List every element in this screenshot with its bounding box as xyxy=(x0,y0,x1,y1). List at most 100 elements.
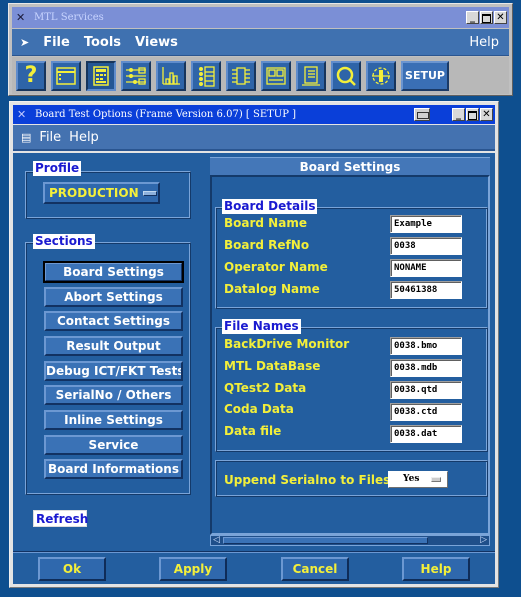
toolbar-setup-button[interactable]: SETUP xyxy=(401,60,449,91)
qtest2-data-input[interactable]: 0038.qtd xyxy=(390,381,462,399)
toolbar-calculator-button[interactable] xyxy=(86,60,116,91)
x-app-icon: ✕ xyxy=(16,10,26,24)
menu-file[interactable]: File xyxy=(39,130,61,145)
close-button[interactable]: ✕ xyxy=(494,11,507,24)
mtl-database-label: MTL DataBase xyxy=(224,359,321,373)
printer-icon[interactable] xyxy=(414,108,430,121)
datalog-name-label: Datalog Name xyxy=(224,282,320,296)
button-divider xyxy=(13,551,495,553)
window-title: MTL Services xyxy=(34,12,104,23)
menu-tools[interactable]: Tools xyxy=(84,35,121,50)
dialog-titlebar[interactable]: ✕ Board Test Options (Frame Version 6.07… xyxy=(13,105,495,124)
board-test-options-dialog: ✕ Board Test Options (Frame Version 6.07… xyxy=(9,101,499,588)
profile-group: PRODUCTION xyxy=(25,171,191,219)
coda-data-label: Coda Data xyxy=(224,402,294,416)
ic-chip-icon xyxy=(232,66,250,85)
uppend-serialno-label: Uppend Serialno to Files xyxy=(224,473,391,487)
option-menu-indicator-icon xyxy=(142,190,157,196)
window-panel-icon xyxy=(56,66,76,85)
bar-chart-icon xyxy=(162,66,180,85)
uppend-serialno-select[interactable]: Yes xyxy=(388,471,448,488)
toolbar-schematic-button[interactable] xyxy=(121,60,151,91)
profile-value: PRODUCTION xyxy=(49,186,139,200)
main-menubar: ➤ File Tools Views Help xyxy=(12,29,509,56)
refresh-button[interactable]: Refresh xyxy=(33,510,88,527)
toolbar-help-button[interactable]: ? xyxy=(16,60,46,91)
board-settings-header: Board Settings xyxy=(210,157,490,175)
coda-data-input[interactable]: 0038.ctd xyxy=(390,403,462,421)
section-contact-settings[interactable]: Contact Settings xyxy=(44,311,183,331)
maximize-button[interactable] xyxy=(480,11,493,24)
cancel-button[interactable]: Cancel xyxy=(281,557,349,581)
magnifier-search-icon xyxy=(336,66,356,86)
board-refno-label: Board RefNo xyxy=(224,238,310,252)
list-bullets-icon xyxy=(199,65,215,87)
help-question-icon: ? xyxy=(24,63,38,88)
dialog-body: PRODUCTION Profile Board Settings Abort … xyxy=(13,153,495,584)
ok-button[interactable]: Ok xyxy=(38,557,106,581)
operator-name-input[interactable]: NONAME xyxy=(390,259,462,277)
qtest2-data-label: QTest2 Data xyxy=(224,381,307,395)
profile-select[interactable]: PRODUCTION xyxy=(43,182,160,204)
scrollbar-thumb[interactable] xyxy=(223,537,428,544)
scroll-left-icon[interactable]: ◁ xyxy=(213,535,220,546)
profile-label: Profile xyxy=(33,161,82,176)
backdrive-monitor-label: BackDrive Monitor xyxy=(224,337,350,351)
sections-group: Board Settings Abort Settings Contact Se… xyxy=(25,242,191,495)
maximize-button[interactable] xyxy=(466,108,479,121)
toolbar-list-button[interactable] xyxy=(191,60,221,91)
main-toolbar: ? SETUP xyxy=(12,57,509,94)
operator-name-label: Operator Name xyxy=(224,260,328,274)
menu-help[interactable]: Help xyxy=(69,130,99,145)
data-file-label: Data file xyxy=(224,424,282,438)
section-debug-tests[interactable]: Debug ICT/FKT Tests xyxy=(44,361,183,381)
data-file-input[interactable]: 0038.dat xyxy=(390,425,462,443)
minimize-button[interactable]: _ xyxy=(452,108,465,121)
menu-views[interactable]: Views xyxy=(135,35,178,50)
board-name-label: Board Name xyxy=(224,216,307,230)
menu-help[interactable]: Help xyxy=(469,35,499,50)
option-menu-indicator-icon xyxy=(431,477,441,482)
calculator-grid-icon xyxy=(93,65,109,86)
board-details-label: Board Details xyxy=(222,199,318,214)
menu-file[interactable]: File xyxy=(43,35,70,50)
horizontal-scrollbar[interactable]: ◁ ▷ xyxy=(210,535,490,546)
pointer-icon: ➤ xyxy=(20,35,30,49)
x-app-icon: ✕ xyxy=(17,107,27,121)
backdrive-monitor-input[interactable]: 0038.bmo xyxy=(390,337,462,355)
section-board-informations[interactable]: Board Informations xyxy=(44,459,183,479)
mtl-services-titlebar[interactable]: ✕ MTL Services _ ✕ xyxy=(12,7,509,28)
toolbar-chart-button[interactable] xyxy=(156,60,186,91)
board-refno-input[interactable]: 0038 xyxy=(390,237,462,255)
section-result-output[interactable]: Result Output xyxy=(44,336,183,356)
dialog-title: Board Test Options (Frame Version 6.07) … xyxy=(35,109,297,120)
close-button[interactable]: ✕ xyxy=(480,108,493,121)
floppy-disk-icon: ▤ xyxy=(21,130,32,144)
help-button[interactable]: Help xyxy=(402,557,470,581)
section-inline-settings[interactable]: Inline Settings xyxy=(44,410,183,430)
mtl-services-window: ✕ MTL Services _ ✕ ➤ File Tools Views He… xyxy=(8,3,513,96)
section-abort-settings[interactable]: Abort Settings xyxy=(44,287,183,307)
toolbar-window-button[interactable] xyxy=(51,60,81,91)
probe-tool-icon xyxy=(372,66,390,85)
toolbar-chip-button[interactable] xyxy=(226,60,256,91)
apply-button[interactable]: Apply xyxy=(159,557,227,581)
toolbar-search-button[interactable] xyxy=(331,60,361,91)
toolbar-probe-button[interactable] xyxy=(366,60,396,91)
toolbar-board-button[interactable] xyxy=(261,60,291,91)
circuit-schematic-icon xyxy=(126,66,146,85)
board-name-input[interactable]: Example xyxy=(390,215,462,233)
section-board-settings[interactable]: Board Settings xyxy=(43,261,184,283)
section-service[interactable]: Service xyxy=(44,435,183,455)
dialog-menubar: ▤ File Help xyxy=(13,125,495,151)
file-names-label: File Names xyxy=(222,319,301,334)
toolbar-document-button[interactable] xyxy=(296,60,326,91)
datalog-name-input[interactable]: 50461388 xyxy=(390,281,462,299)
document-list-icon xyxy=(302,65,320,86)
minimize-button[interactable]: _ xyxy=(466,11,479,24)
scroll-right-icon[interactable]: ▷ xyxy=(480,535,487,546)
sections-label: Sections xyxy=(33,234,95,249)
board-settings-panel: Board Details Board Name Example Board R… xyxy=(210,175,490,535)
mtl-database-input[interactable]: 0038.mdb xyxy=(390,359,462,377)
section-serialno-others[interactable]: SerialNo / Others xyxy=(44,385,183,405)
